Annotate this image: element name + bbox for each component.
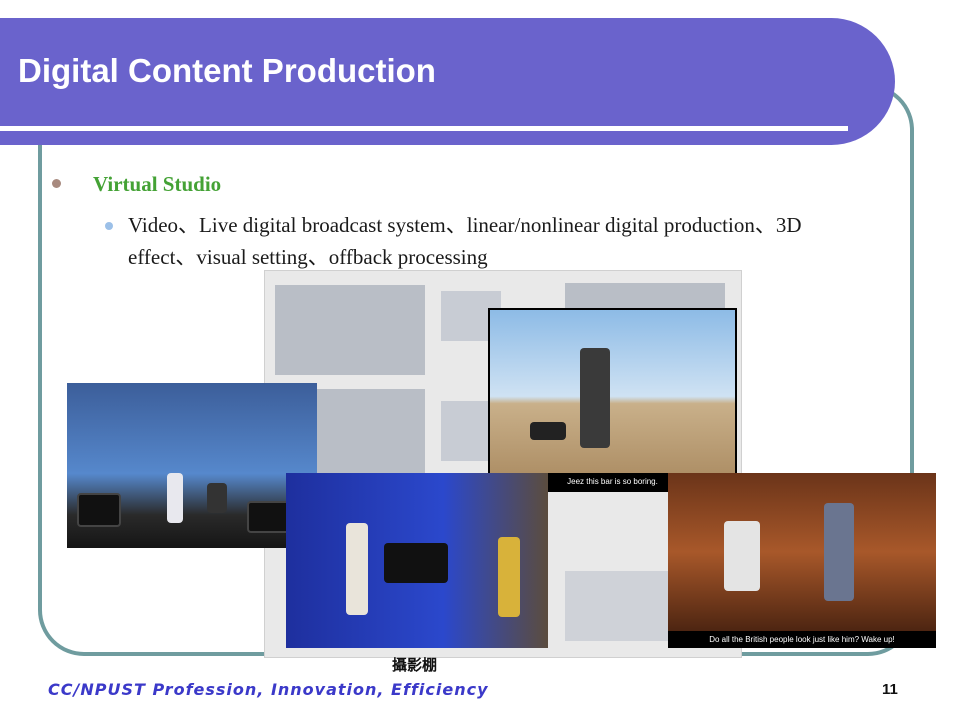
figure-caption: 攝影棚	[392, 656, 438, 674]
bar-subtitle: Do all the British people look just like…	[668, 631, 936, 648]
description-text: Video、Live digital broadcast system、line…	[128, 213, 802, 269]
slide-title: Digital Content Production	[18, 52, 436, 89]
studio-room-photo	[67, 383, 317, 548]
desert-keying-photo: Jeez this bar is so boring.	[488, 308, 737, 492]
bar-keying-photo: Do all the British people look just like…	[668, 473, 936, 648]
bluescreen-studio-photo	[286, 473, 548, 648]
bullet-icon	[52, 179, 61, 188]
sub-bullet-icon	[105, 222, 113, 230]
banner-divider	[0, 126, 848, 131]
page-number: 11	[882, 681, 898, 698]
footer-text: CC/NPUST Profession, Innovation, Efficie…	[48, 680, 489, 699]
section-heading: Virtual Studio	[93, 172, 222, 196]
